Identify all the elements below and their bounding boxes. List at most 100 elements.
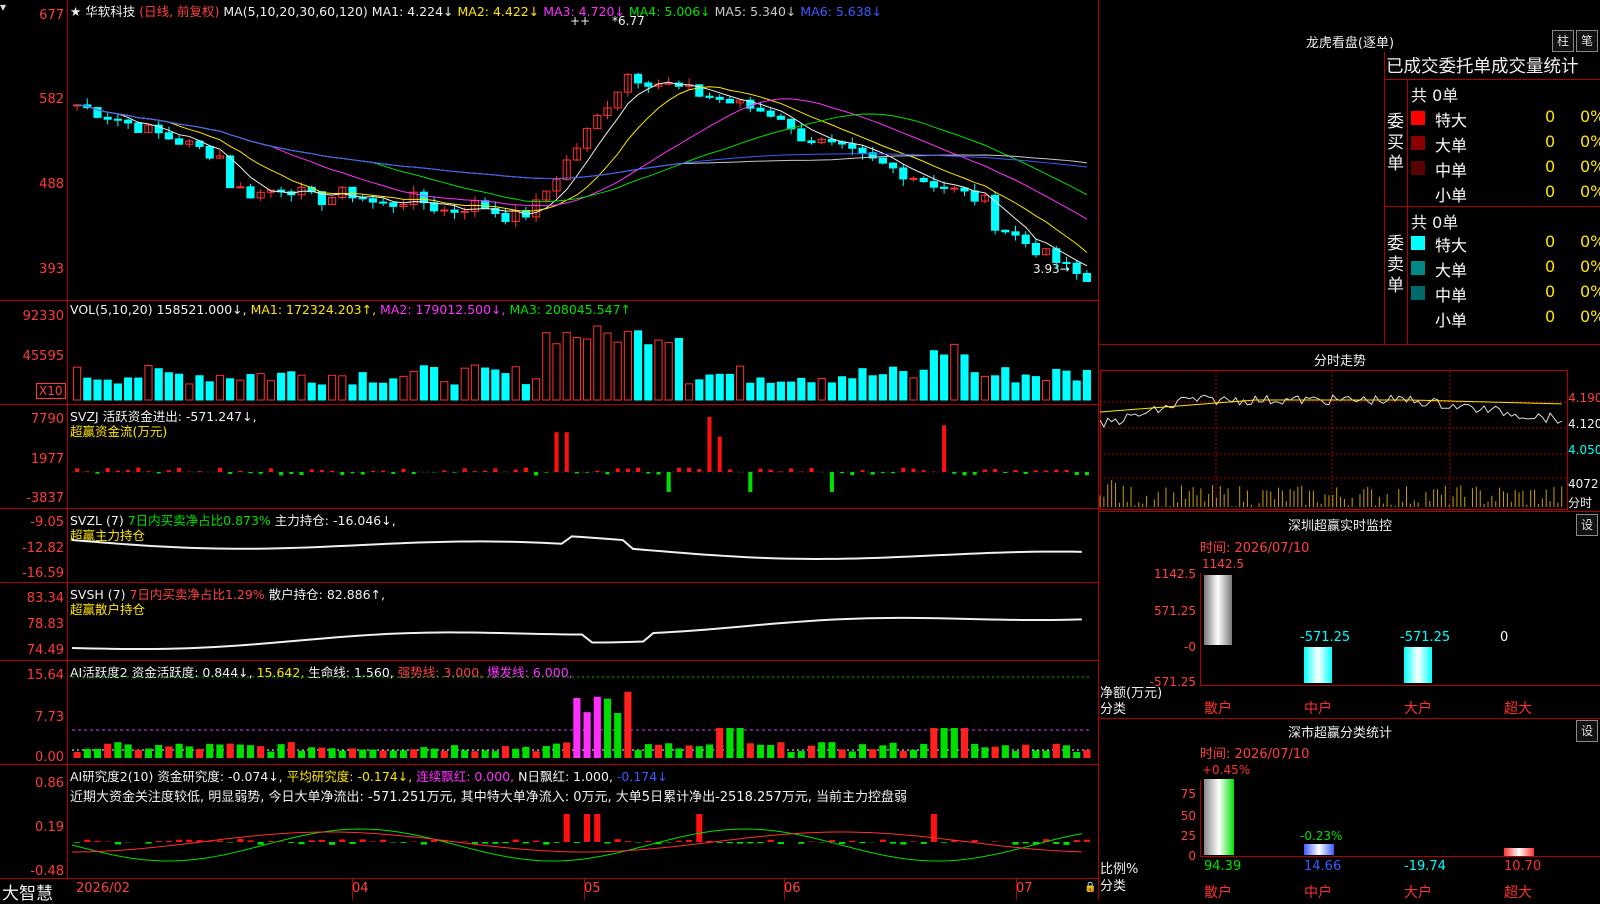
brand-logo: 大智慧 [2,879,53,904]
volume-bar [349,385,356,400]
research-bar [1012,842,1018,845]
flow-bar [238,471,242,472]
order-name: 小单 [1435,182,1467,206]
activity-bar [135,750,142,758]
volume-bar [1083,370,1090,400]
research-bar [941,842,947,843]
flow-bar [626,469,630,472]
flow-bar [248,472,252,473]
sz-x-label: 分类 [1100,698,1126,717]
order-name: 特大 [1435,232,1467,256]
sz-settings-button[interactable]: 设 [1576,514,1598,536]
volume-bar [84,378,91,400]
activity-bar [410,749,417,758]
volume-bar [216,375,223,400]
order-pct: 0% [1580,182,1600,201]
flow-bar [687,468,691,472]
activity-bar [257,746,264,758]
flow-bar [452,472,456,473]
flow-bar [350,472,354,473]
activity-bar [839,749,846,758]
ss-stat-title: 深市超赢分类统计 [1260,722,1420,741]
candle-body [176,139,183,144]
activity-bar [512,749,519,758]
sz-y-tick: 571.25 [1148,604,1196,618]
volume-bar [900,372,907,400]
ss-bar-area [1200,780,1600,857]
research-bar [360,839,366,842]
ss-category: 大户 [1404,882,1432,902]
volume-bar [828,383,835,400]
activity-bar [920,744,927,758]
sz-top-value: 1142.5 [1202,557,1244,571]
order-count: 0 [1545,182,1555,201]
flow-bar [728,469,732,472]
candle-body [114,119,121,120]
ss-settings-button[interactable]: 设 [1576,720,1598,742]
svsh-line [72,618,1082,649]
volume-bar [716,374,723,400]
lock-icon[interactable]: 🔒 [1084,882,1096,893]
activity-bar [665,743,672,758]
volume-bar [686,384,693,400]
flow-bar [554,432,558,472]
volume-bar [890,367,897,400]
candle-body [451,210,458,212]
research-line [72,829,1082,861]
order-color-swatch [1411,261,1425,275]
sell-total: 共 0单 [1411,209,1458,233]
activity-bar [125,744,132,758]
flow-bar [218,468,222,472]
flow-bar [340,472,344,475]
volume-bar [339,376,346,400]
bar-mode-button[interactable]: 柱 [1552,30,1574,52]
ss-x-label: 分类 [1100,875,1126,894]
candle-body [951,188,958,189]
ss-value: 10.70 [1504,859,1541,874]
research-bar [217,841,223,842]
research-bar [533,841,539,842]
research-bar [237,839,243,842]
research-bar [839,842,845,844]
activity-bar [400,750,407,758]
research-bar [594,814,600,842]
date-label: 06 [784,881,801,896]
order-count: 0 [1545,257,1555,276]
candle-body [706,96,713,97]
candle-body [777,116,784,119]
flow-bar [116,471,120,472]
volume-bar [543,333,550,400]
flow-bar [962,472,966,475]
research-bar [227,842,233,843]
candle-body [461,211,468,212]
volume-bar [522,385,529,400]
research-bar [462,841,468,842]
flow-bar [85,471,89,472]
flow-bar [860,470,864,472]
candle-body [1022,235,1029,243]
activity-bar [114,742,121,758]
activity-bar [992,747,999,758]
research-bar [380,840,386,842]
sz-bar [1304,647,1332,683]
research-bar [298,842,304,844]
flow-bar [544,472,548,473]
candle-body [135,123,142,133]
flow-bar [585,472,589,473]
divider [1407,79,1408,344]
research-bar [329,842,335,845]
flow-bar [646,472,650,474]
activity-bar [206,744,213,758]
volume-bar [818,378,825,400]
research-bar [1074,840,1080,842]
research-bar [798,842,804,844]
candle-body [798,129,805,141]
volume-bar [798,378,805,400]
sz-bar [1204,575,1232,645]
research-bar [94,841,100,842]
flow-bar [391,472,395,474]
intraday-chart[interactable] [1100,370,1568,510]
date-tick [584,878,585,900]
tick-mode-button[interactable]: 笔 [1576,30,1598,52]
panel-divider [1098,511,1600,512]
